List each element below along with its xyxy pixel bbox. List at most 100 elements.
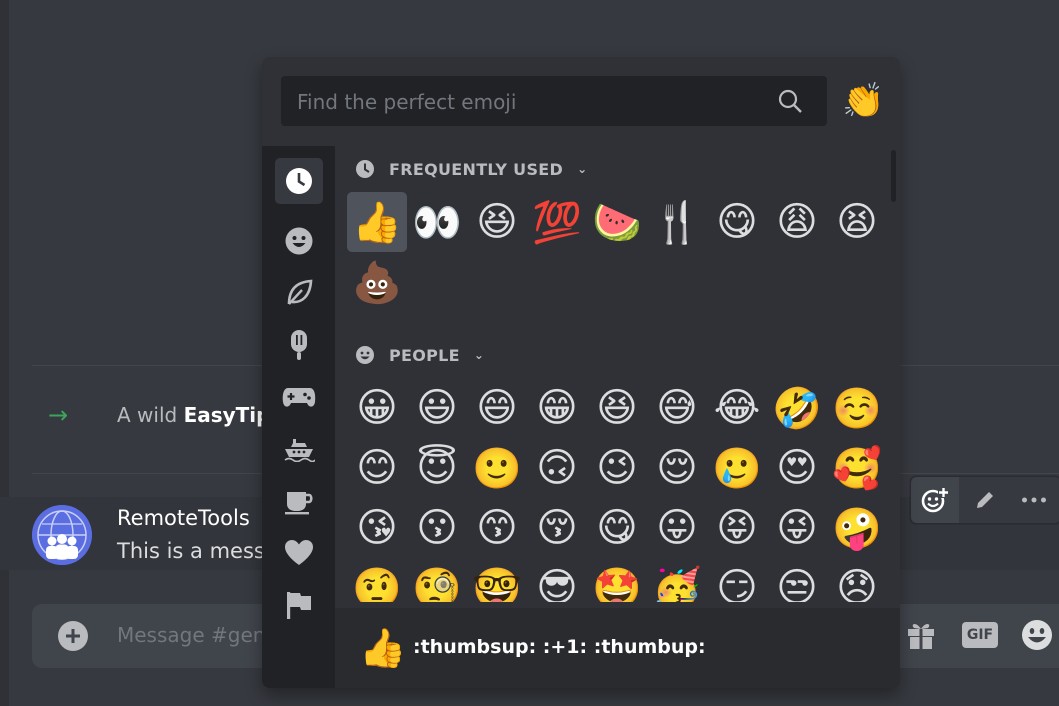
emoji-button[interactable]: 😛 [647, 498, 707, 558]
preview-emoji-name: :thumbsup: :+1: :thumbup: [413, 636, 706, 658]
category-travel[interactable] [275, 426, 323, 472]
emoji-preview: 👍 :thumbsup: :+1: :thumbup: [335, 608, 900, 688]
category-nature[interactable] [275, 270, 323, 316]
edit-button[interactable] [961, 477, 1009, 523]
message-toolbar [910, 476, 1059, 524]
emoji-button[interactable]: 😎 [527, 558, 587, 602]
emoji-category-bar [262, 146, 335, 688]
emoji-button[interactable]: 🥳 [647, 558, 707, 603]
preview-emoji: 👍 [359, 626, 407, 670]
coffee-cup-icon [285, 492, 313, 515]
emoji-button[interactable]: 🤨 [347, 558, 407, 603]
emoji-search-box [281, 76, 827, 128]
emoji-button[interactable]: ☺️ [827, 378, 887, 438]
emoji-button[interactable]: 👀 [407, 192, 467, 252]
emoji-button[interactable]: 😇 [407, 438, 467, 498]
emoji-button[interactable]: 🤣 [767, 378, 827, 438]
flag-icon [287, 592, 311, 619]
emoji-button[interactable]: 🥰 [827, 438, 887, 498]
emoji-button[interactable]: 😘 [347, 498, 407, 558]
globe-people-icon [32, 505, 92, 565]
leaf-icon [287, 279, 313, 305]
emoji-button[interactable]: 🤩 [587, 558, 647, 603]
emoji-button[interactable]: 😄 [467, 378, 527, 438]
emoji-button[interactable]: 😆 [467, 192, 527, 252]
emoji-button[interactable]: 😁 [527, 378, 587, 438]
system-message-username[interactable]: EasyTip [184, 403, 271, 427]
emoji-button[interactable]: 😀 [347, 378, 407, 438]
chevron-down-icon: ⌄ [473, 348, 485, 362]
message-author[interactable]: RemoteTools [117, 506, 250, 530]
emoji-button[interactable]: 😩 [767, 192, 827, 252]
emoji-button[interactable]: 😞 [827, 558, 887, 602]
gif-button[interactable]: GIF [962, 622, 998, 648]
random-emoji-button[interactable]: 👏 [842, 81, 884, 121]
category-people[interactable] [275, 218, 323, 264]
popsicle-icon [291, 330, 307, 360]
pencil-icon [977, 492, 993, 508]
emoji-button[interactable]: 🍴 [647, 192, 707, 252]
smiley-icon [356, 346, 374, 364]
smiley-icon [285, 227, 313, 255]
emoji-button[interactable]: 🥲 [707, 438, 767, 498]
emoji-button[interactable]: 😅 [647, 378, 707, 438]
more-button[interactable] [1010, 477, 1058, 523]
emoji-button[interactable]: 😊 [347, 438, 407, 498]
emoji-button[interactable]: 😝 [707, 498, 767, 558]
gamepad-icon [282, 388, 316, 407]
smiley-icon [1022, 620, 1052, 650]
emoji-button[interactable]: 🤪 [827, 498, 887, 558]
section-header-frequently-used[interactable]: FREQUENTLY USED ⌄ [355, 156, 587, 182]
emoji-button[interactable]: 😫 [827, 192, 887, 252]
chevron-down-icon: ⌄ [577, 162, 588, 176]
plus-icon [66, 629, 80, 643]
scrollbar[interactable] [891, 150, 896, 202]
emoji-button[interactable]: 🍉 [587, 192, 647, 252]
category-activities[interactable] [275, 374, 323, 420]
emoji-button[interactable] [1020, 618, 1054, 652]
emoji-button[interactable]: 😍 [767, 438, 827, 498]
join-arrow-icon: → [48, 401, 69, 429]
left-sidebar-edge [0, 0, 9, 706]
section-title: PEOPLE [389, 345, 460, 365]
emoji-picker: 👏 [262, 57, 900, 688]
emoji-button[interactable]: 😃 [407, 378, 467, 438]
emoji-button[interactable]: 😏 [707, 558, 767, 602]
heart-icon [285, 540, 313, 565]
gift-button[interactable] [904, 618, 938, 652]
section-header-people[interactable]: PEOPLE ⌄ [355, 342, 484, 368]
avatar[interactable] [32, 505, 92, 565]
attach-plus-button[interactable] [58, 621, 88, 651]
emoji-button[interactable]: 😗 [407, 498, 467, 558]
message-content: This is a messa [117, 539, 278, 563]
emoji-button[interactable]: 😙 [467, 498, 527, 558]
add-reaction-button[interactable] [911, 477, 959, 523]
category-food[interactable] [275, 322, 323, 368]
emoji-grid: FREQUENTLY USED ⌄ PEOPLE ⌄ 👍 👀 😆 💯 🍉 🍴 😋 😩 😫 💩 😀 😃 😄… [335, 146, 900, 602]
emoji-button[interactable]: 😆 [587, 378, 647, 438]
emoji-button[interactable]: 🤓 [467, 558, 527, 603]
emoji-button[interactable]: 🧐 [407, 558, 467, 603]
emoji-button[interactable]: 😉 [587, 438, 647, 498]
category-symbols[interactable] [275, 530, 323, 576]
emoji-button[interactable]: 😋 [587, 498, 647, 558]
emoji-button[interactable]: 😌 [647, 438, 707, 498]
system-message-text: A wild EasyTip [117, 390, 270, 440]
emoji-button[interactable]: 💯 [527, 192, 587, 252]
emoji-button[interactable]: 😋 [707, 192, 767, 252]
clock-icon [286, 168, 312, 194]
emoji-button[interactable]: 🙃 [527, 438, 587, 498]
emoji-button[interactable]: 👍 [347, 192, 407, 252]
emoji-button[interactable]: 🙂 [467, 438, 527, 498]
category-recent[interactable] [275, 158, 323, 204]
emoji-button[interactable]: 😚 [527, 498, 587, 558]
emoji-button[interactable]: 😜 [767, 498, 827, 558]
section-title: FREQUENTLY USED [389, 159, 564, 179]
emoji-button[interactable]: 😂 [707, 378, 767, 438]
message-input[interactable]: Message #gen [117, 623, 265, 647]
category-flags[interactable] [275, 582, 323, 628]
emoji-search-input[interactable] [295, 76, 769, 128]
emoji-button[interactable]: 😒 [767, 558, 827, 602]
category-objects[interactable] [275, 478, 323, 524]
emoji-button[interactable]: 💩 [347, 252, 407, 312]
